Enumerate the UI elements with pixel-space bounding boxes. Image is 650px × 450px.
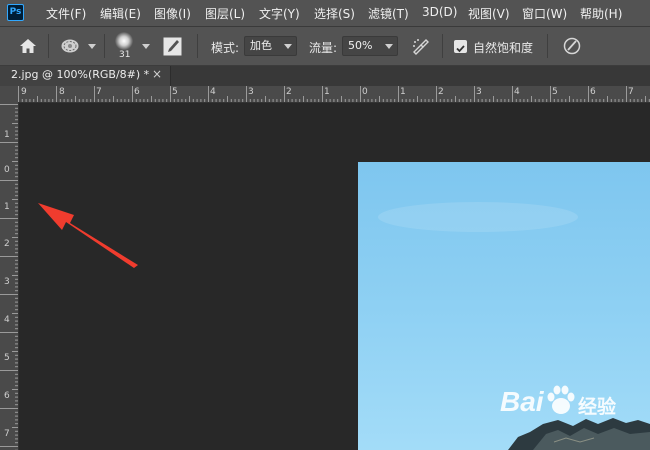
mode-value: 加色 xyxy=(250,39,272,52)
annotation-arrow-icon xyxy=(38,203,138,268)
ruler-label: 8 xyxy=(59,87,65,97)
ruler-label: 0 xyxy=(4,165,10,175)
document-tab-title: 2.jpg @ 100%(RGB/8#) * xyxy=(11,68,150,81)
menu-bar: Ps 文件(F) 编辑(E) 图像(I) 图层(L) 文字(Y) 选择(S) 滤… xyxy=(0,0,650,27)
chevron-down-icon[interactable] xyxy=(88,44,96,49)
brush-size-value: 31 xyxy=(119,50,131,60)
watermark-brand: Bai xyxy=(500,386,544,417)
ruler-label: 1 xyxy=(324,87,330,97)
ruler-label: 5 xyxy=(4,353,10,363)
ruler-label: 7 xyxy=(4,429,10,439)
ruler-label: 1 xyxy=(400,87,406,97)
ruler-label: 6 xyxy=(134,87,140,97)
chevron-down-icon[interactable] xyxy=(142,44,150,49)
ruler-label: 7 xyxy=(628,87,634,97)
photo-canvas[interactable]: Bai 经验 xyxy=(358,162,650,450)
menu-image[interactable]: 图像(I) xyxy=(154,5,191,22)
chevron-down-icon[interactable] xyxy=(284,44,292,49)
chevron-down-icon[interactable] xyxy=(385,44,393,49)
ruler-label: 9 xyxy=(21,87,27,97)
home-icon[interactable] xyxy=(19,38,37,54)
photoshop-logo[interactable]: Ps xyxy=(7,4,24,21)
paw-logo-icon xyxy=(547,385,575,414)
ruler-label: 1 xyxy=(4,202,10,212)
ruler-label: 6 xyxy=(4,391,10,401)
menu-file[interactable]: 文件(F) xyxy=(46,5,86,22)
separator xyxy=(197,34,198,58)
options-bar: 31 模式: 加色 流量: 50% 自然饱和度 xyxy=(0,27,650,66)
saturation-checkbox[interactable] xyxy=(454,40,467,53)
ruler-label: 3 xyxy=(476,87,482,97)
menu-window[interactable]: 窗口(W) xyxy=(522,5,567,22)
brush-tip-icon[interactable] xyxy=(115,32,133,50)
ruler-label: 4 xyxy=(210,87,216,97)
separator xyxy=(48,34,49,58)
check-icon xyxy=(456,45,465,53)
brush-preset-icon[interactable] xyxy=(60,38,80,54)
menu-edit[interactable]: 编辑(E) xyxy=(100,5,141,22)
menu-type[interactable]: 文字(Y) xyxy=(259,5,300,22)
ruler-label: 2 xyxy=(4,239,10,249)
pressure-icon[interactable] xyxy=(562,36,582,56)
menu-select[interactable]: 选择(S) xyxy=(314,5,355,22)
flow-value: 50% xyxy=(348,39,373,52)
close-icon[interactable]: × xyxy=(152,67,162,81)
separator xyxy=(442,34,443,58)
ruler-label: 2 xyxy=(286,87,292,97)
ruler-label: 1 xyxy=(4,130,10,140)
menu-layer[interactable]: 图层(L) xyxy=(205,5,245,22)
ruler-label: 3 xyxy=(248,87,254,97)
mode-label: 模式: xyxy=(211,41,240,55)
document-tab[interactable]: 2.jpg @ 100%(RGB/8#) * × xyxy=(0,66,171,86)
airbrush-icon[interactable] xyxy=(411,37,431,55)
document-tab-bar: 2.jpg @ 100%(RGB/8#) * × xyxy=(0,66,650,86)
ruler-label: 2 xyxy=(438,87,444,97)
menu-3d[interactable]: 3D(D) xyxy=(422,5,457,19)
menu-filter[interactable]: 滤镜(T) xyxy=(368,5,409,22)
vertical-ruler[interactable]: 1 0 1 2 3 4 5 6 7 xyxy=(0,102,19,450)
ruler-label: 3 xyxy=(4,277,10,287)
flow-label: 流量: xyxy=(309,41,338,55)
ruler-label: 5 xyxy=(552,87,558,97)
separator xyxy=(104,34,105,58)
menu-view[interactable]: 视图(V) xyxy=(468,5,510,22)
horizontal-ruler[interactable]: 9 8 7 6 5 4 3 2 1 0 1 2 3 4 5 6 7 xyxy=(0,86,650,103)
watermark-jingyan: 经验 xyxy=(578,396,617,418)
ruler-label: 0 xyxy=(362,87,368,97)
brush-panel-icon[interactable] xyxy=(163,37,182,56)
ruler-label: 4 xyxy=(514,87,520,97)
ruler-label: 4 xyxy=(4,315,10,325)
ruler-label: 7 xyxy=(96,87,102,97)
saturation-label[interactable]: 自然饱和度 xyxy=(473,39,533,56)
ruler-label: 5 xyxy=(172,87,178,97)
menu-help[interactable]: 帮助(H) xyxy=(580,5,622,22)
ruler-label: 6 xyxy=(590,87,596,97)
separator xyxy=(547,34,548,58)
